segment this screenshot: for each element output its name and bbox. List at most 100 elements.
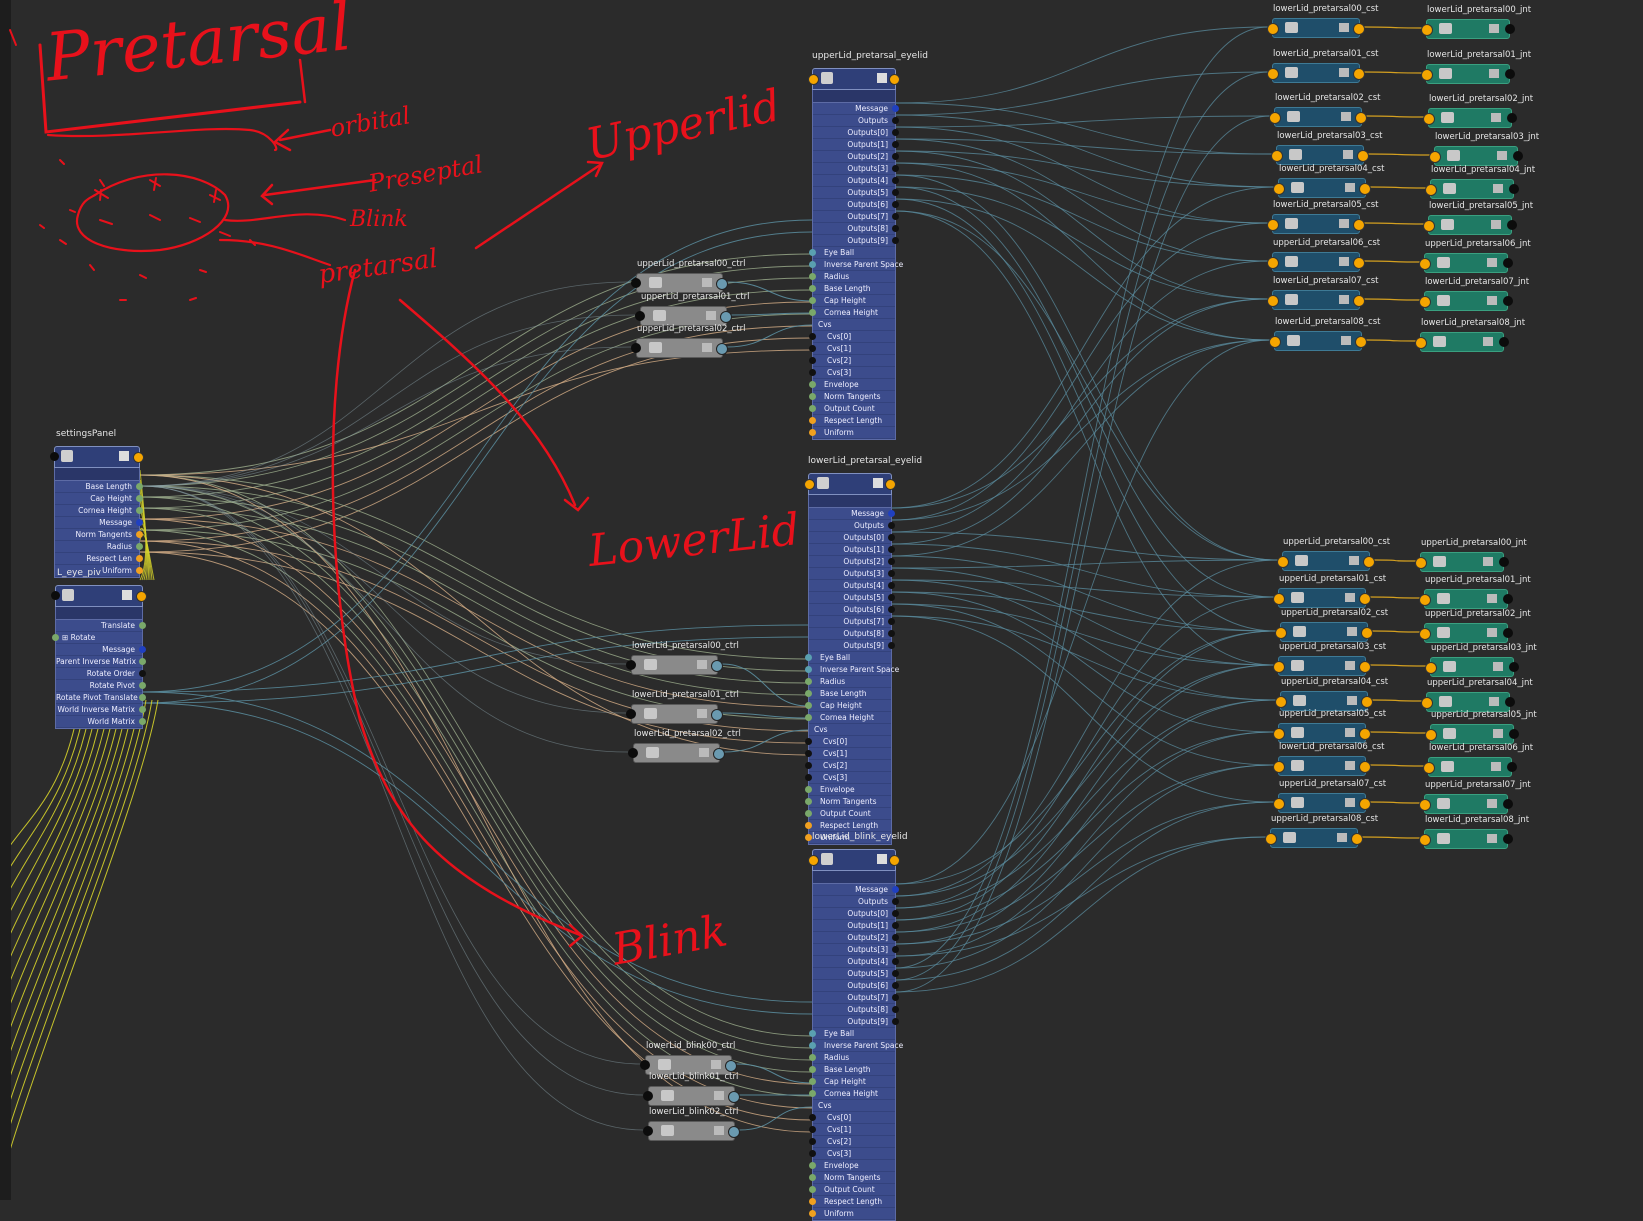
cst-node[interactable]: lowerLid_pretarsal00_cst [1267,4,1378,38]
output-port[interactable] [720,311,732,323]
input-port[interactable] [1419,296,1431,308]
menu-icon[interactable] [1337,833,1347,842]
attr-input[interactable]: Base Length [809,1064,895,1076]
menu-icon[interactable] [1339,257,1349,266]
menu-icon[interactable] [1483,557,1493,566]
menu-icon[interactable] [711,1060,721,1069]
attr-input[interactable]: Output Count [809,1184,895,1196]
attr-row[interactable]: Base Length [55,481,143,493]
ctrl-node[interactable]: lowerLid_pretarsal01_ctrl [626,690,739,724]
cst-node[interactable]: lowerLid_pretarsal01_cst [1267,49,1378,83]
jnt-node[interactable]: lowerLid_pretarsal02_jnt [1423,94,1533,128]
attr-message[interactable]: Message [813,103,899,115]
menu-icon[interactable] [1343,150,1353,159]
menu-icon[interactable] [1493,184,1503,193]
input-port[interactable] [1421,69,1433,81]
menu-icon[interactable] [714,1126,724,1135]
node-header[interactable] [808,849,900,871]
jnt-node[interactable]: lowerLid_pretarsal01_jnt [1421,50,1531,84]
input-port[interactable] [1419,799,1431,811]
input-port[interactable] [1419,834,1431,846]
attr-input[interactable]: Cap Height [809,295,895,307]
attr-input[interactable]: Envelope [809,1160,895,1172]
menu-icon[interactable] [1347,627,1357,636]
input-port[interactable] [1267,23,1279,35]
attr-output-item[interactable]: Outputs[3] [809,568,895,580]
menu-icon[interactable] [1339,295,1349,304]
attr-cv-item[interactable]: Cvs[1] [809,343,895,355]
menu-icon[interactable] [873,478,883,488]
attr-input[interactable]: Cornea Height [809,307,895,319]
cst-node[interactable]: lowerLid_pretarsal02_cst [1269,93,1380,127]
output-port[interactable] [139,694,146,701]
input-port[interactable] [1421,24,1433,36]
jnt-node[interactable]: lowerLid_pretarsal04_jnt [1425,165,1535,199]
attr-input[interactable]: Norm Tangents [809,391,895,403]
attr-input[interactable]: Base Length [805,688,891,700]
output-port[interactable] [1503,628,1513,638]
attr-input[interactable]: Cap Height [805,700,891,712]
attr-input[interactable]: Inverse Parent Space [809,1040,903,1052]
cst-node[interactable]: lowerLid_pretarsal08_cst [1269,317,1380,351]
output-port[interactable] [136,531,143,538]
input-port[interactable] [1419,628,1431,640]
output-port[interactable] [711,709,723,721]
output-port[interactable] [1353,219,1365,231]
input-port[interactable] [643,1126,653,1136]
menu-icon[interactable] [1489,697,1499,706]
attr-output-item[interactable]: Outputs[1] [813,920,899,932]
menu-icon[interactable] [1345,761,1355,770]
jnt-node[interactable]: lowerLid_pretarsal03_jnt [1429,132,1539,166]
attr-output-item[interactable]: Outputs[6] [809,604,895,616]
attr-input[interactable]: Radius [809,1052,895,1064]
menu-icon[interactable] [1349,556,1359,565]
menu-icon[interactable] [714,1091,724,1100]
attr-input[interactable]: Respect Length [809,1196,895,1208]
attr-output-item[interactable]: Outputs[4] [813,175,899,187]
input-port[interactable] [628,748,638,758]
attr-cvs[interactable]: Cvs [809,724,891,736]
attr-cvs[interactable]: Cvs [813,1100,895,1112]
menu-icon[interactable] [1345,593,1355,602]
node-header[interactable] [808,68,900,90]
menu-icon[interactable] [1345,798,1355,807]
input-port[interactable] [1267,257,1279,269]
attr-output-item[interactable]: Outputs[9] [813,1016,899,1028]
cst-node[interactable]: upperLid_pretarsal07_cst [1273,779,1386,813]
menu-icon[interactable] [1489,69,1499,78]
attr-output-item[interactable]: Outputs[9] [813,235,899,247]
attr-rotate[interactable]: ⊞ Rotate [52,632,142,644]
attr-row[interactable]: Parent Inverse Matrix [56,656,146,668]
attr-cv-item[interactable]: Cvs[0] [809,331,895,343]
output-port[interactable] [716,278,728,290]
jnt-node[interactable]: lowerLid_pretarsal00_jnt [1421,5,1531,39]
menu-icon[interactable] [1487,296,1497,305]
output-port[interactable] [1357,150,1369,162]
input-port[interactable] [1425,184,1437,196]
cst-node[interactable]: lowerLid_pretarsal05_cst [1267,200,1378,234]
attr-row[interactable]: Norm Tangents [55,529,143,541]
attr-output-item[interactable]: Outputs[6] [813,199,899,211]
input-port[interactable] [1275,696,1287,708]
attr-cv-item[interactable]: Cvs[2] [809,355,895,367]
output-port[interactable] [713,748,725,760]
input-port[interactable] [1273,183,1285,195]
output-port[interactable] [1363,556,1375,568]
output-port[interactable] [139,658,146,665]
attr-message[interactable]: Message [809,508,895,520]
input-port[interactable] [51,591,60,600]
output-port[interactable] [139,646,146,653]
menu-icon[interactable] [1345,661,1355,670]
attr-output-item[interactable]: Outputs[4] [813,956,899,968]
output-port[interactable] [1361,696,1373,708]
attr-cv-item[interactable]: Cvs[2] [809,1136,895,1148]
eyelid-node[interactable]: lowerLid_blink_eyelid Message Outputs Outpu… [808,832,908,1221]
menu-icon[interactable] [119,451,129,461]
input-port[interactable] [1271,150,1283,162]
attr-input[interactable]: Cornea Height [809,1088,895,1100]
output-port[interactable] [1359,183,1371,195]
output-port[interactable] [1507,762,1517,772]
menu-icon[interactable] [877,73,887,83]
menu-icon[interactable] [1339,68,1349,77]
attr-output-item[interactable]: Outputs[7] [813,992,899,1004]
